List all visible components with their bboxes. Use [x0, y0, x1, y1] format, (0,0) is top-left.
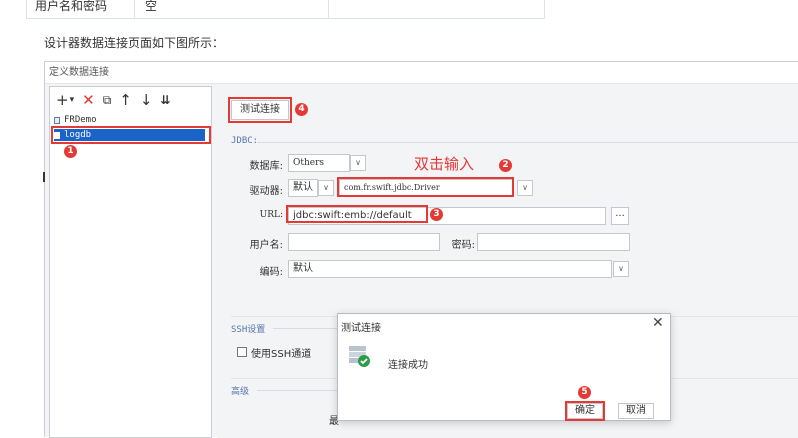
ssh-section-label: SSH设置: [231, 325, 266, 335]
test-connection-dialog: 测试连接 ✕ 连接成功 5 确定 取消: [337, 313, 671, 421]
chevron-down-icon[interactable]: ∨: [318, 180, 334, 196]
advanced-section-label: 高级: [231, 387, 250, 397]
annotation-marker-5: 5: [578, 386, 591, 399]
annotation-box-3: [286, 205, 428, 223]
table-cell-credentials: 用户名和密码: [27, 0, 135, 18]
annotation-marker-2: 2: [499, 159, 512, 172]
username-input[interactable]: [288, 233, 440, 251]
connection-label: FRDemo: [64, 115, 97, 125]
database-label: 数据库:: [249, 161, 283, 172]
url-more-button[interactable]: ...: [611, 207, 629, 225]
driver-label: 驱动器:: [249, 186, 283, 197]
username-label: 用户名:: [249, 240, 283, 251]
annotation-box-5: [565, 401, 605, 421]
dialog-title: 测试连接: [341, 323, 381, 334]
chevron-down-icon[interactable]: ∨: [613, 261, 629, 277]
sort-icon[interactable]: ⇊: [160, 92, 170, 108]
cancel-button[interactable]: 取消: [618, 403, 654, 419]
top-table-row: 用户名和密码 空: [26, 0, 545, 19]
delete-icon[interactable]: ✕: [82, 92, 95, 108]
ssh-checkbox[interactable]: [237, 347, 247, 357]
annotation-box-2: [337, 177, 514, 197]
intro-text: 设计器数据连接页面如下图所示：: [44, 36, 225, 50]
success-database-icon: [349, 346, 370, 367]
move-up-icon[interactable]: ↑: [119, 92, 132, 108]
password-label: 密码:: [451, 240, 475, 251]
add-icon[interactable]: +: [56, 92, 69, 108]
annotation-marker-4: 4: [295, 103, 308, 116]
section-divider: [257, 142, 798, 143]
connection-list-panel: + ▾ ✕ ⧉ ↑ ↓ ⇊ FRDemo logdb 1: [49, 86, 212, 438]
copy-icon[interactable]: ⧉: [103, 92, 112, 108]
close-icon[interactable]: ✕: [652, 315, 664, 331]
ssh-checkbox-label: 使用SSH通道: [251, 349, 312, 360]
jdbc-section-label: JDBC:: [231, 136, 259, 146]
connection-item-frdemo[interactable]: FRDemo: [54, 114, 97, 126]
move-down-icon[interactable]: ↓: [140, 92, 153, 108]
encoding-label: 编码:: [259, 267, 283, 278]
table-cell-empty-value: 空: [135, 0, 329, 18]
annotation-marker-1: 1: [64, 145, 77, 158]
database-select[interactable]: Others: [288, 154, 350, 172]
driver-mode-select[interactable]: 默认: [288, 179, 318, 197]
success-message: 连接成功: [388, 360, 428, 371]
dropdown-arrow-icon[interactable]: ▾: [70, 92, 75, 108]
url-label: URL:: [259, 210, 283, 220]
annotation-box-1: [51, 126, 211, 144]
data-connection-window: 定义数据连接 + ▾ ✕ ⧉ ↑ ↓ ⇊ FRDemo logdb 1 测试连接…: [44, 61, 798, 438]
connection-toolbar: + ▾ ✕ ⧉ ↑ ↓ ⇊: [56, 91, 170, 109]
chevron-down-icon[interactable]: ∨: [517, 180, 533, 196]
window-title: 定义数据连接: [45, 62, 798, 84]
database-icon: [54, 116, 60, 124]
encoding-select[interactable]: 默认: [288, 260, 612, 278]
password-input[interactable]: [477, 233, 630, 251]
chevron-down-icon[interactable]: ∨: [350, 155, 366, 171]
double-click-note: 双击输入: [414, 155, 475, 173]
text-cursor: [43, 172, 45, 182]
annotation-marker-3: 3: [430, 208, 443, 221]
annotation-box-4: [228, 97, 292, 123]
